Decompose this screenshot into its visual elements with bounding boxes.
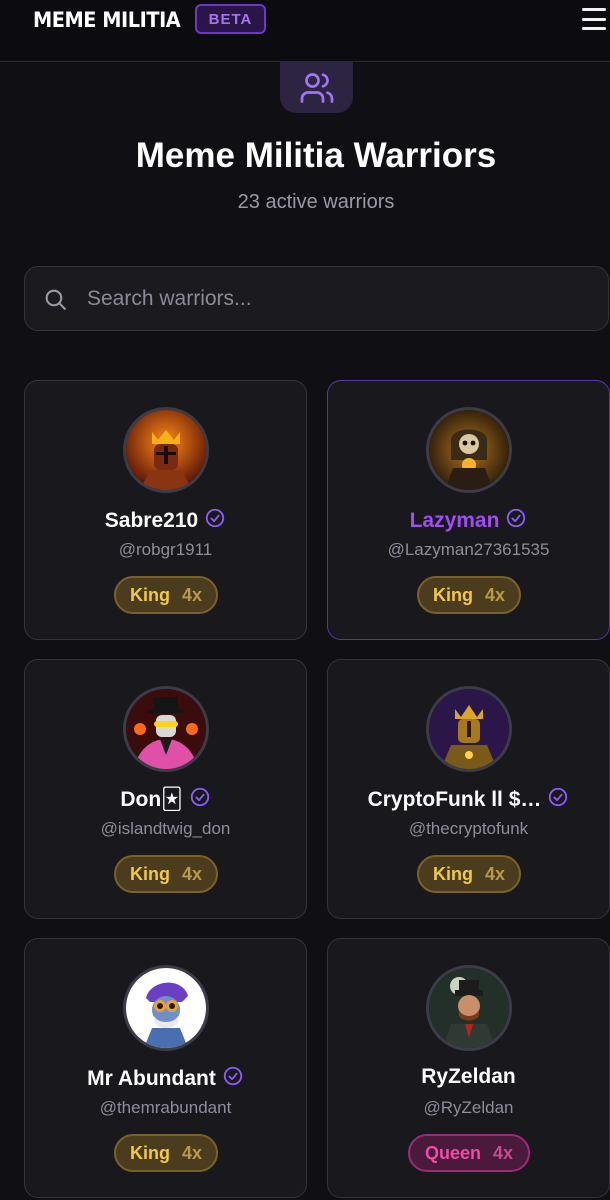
rank-label: King <box>129 863 170 884</box>
hamburger-menu-icon[interactable] <box>582 8 606 30</box>
warrior-handle: @themrabundant <box>99 1098 232 1117</box>
warrior-name[interactable]: RyZeldan <box>421 1065 516 1089</box>
warrior-name[interactable]: Lazyman <box>410 509 500 533</box>
rank-badge: King 4x <box>417 855 521 893</box>
users-icon <box>280 62 353 113</box>
search-box[interactable] <box>24 266 609 331</box>
verified-icon <box>547 786 569 813</box>
beta-badge: BETA <box>195 4 266 34</box>
rank-badge: King 4x <box>417 576 521 614</box>
avatar[interactable] <box>426 407 512 493</box>
warrior-card[interactable]: Don🃏 @islandtwig_don King 4x <box>24 659 307 919</box>
warrior-name[interactable]: CryptoFunk ll $… <box>368 788 542 812</box>
warrior-card[interactable]: Sabre210 @robgr1911 King 4x <box>24 380 307 640</box>
warrior-card[interactable]: Lazyman @Lazyman27361535 King 4x <box>327 380 610 640</box>
warrior-handle: @Lazyman27361535 <box>387 540 550 559</box>
rank-label: King <box>432 584 473 605</box>
search-icon <box>43 287 68 317</box>
rank-badge: King 4x <box>114 1134 218 1172</box>
rank-badge: King 4x <box>114 855 218 893</box>
warrior-handle: @thecryptofunk <box>408 819 529 838</box>
verified-icon <box>505 507 527 534</box>
rank-badge: King 4x <box>114 576 218 614</box>
avatar[interactable] <box>123 407 209 493</box>
rank-multiplier: 4x <box>181 1142 203 1163</box>
rank-multiplier: 4x <box>484 863 506 884</box>
warrior-handle: @RyZeldan <box>423 1098 514 1117</box>
warrior-name[interactable]: Don🃏 <box>120 787 182 812</box>
warrior-name[interactable]: Mr Abundant <box>87 1067 216 1091</box>
warrior-handle: @robgr1911 <box>118 540 213 559</box>
rank-label: Queen <box>424 1142 481 1163</box>
warrior-handle: @islandtwig_don <box>100 819 231 838</box>
search-input[interactable] <box>87 267 587 330</box>
active-count: 23 active warriors <box>237 191 395 213</box>
top-bar: MEME MILITIA BETA <box>0 0 610 62</box>
rank-multiplier: 4x <box>181 863 203 884</box>
rank-label: King <box>129 1142 170 1163</box>
verified-icon <box>189 786 211 813</box>
warrior-card[interactable]: CryptoFunk ll $… @thecryptofunk King 4x <box>327 659 610 919</box>
rank-multiplier: 4x <box>492 1142 514 1163</box>
avatar[interactable] <box>123 965 209 1051</box>
avatar[interactable] <box>426 965 512 1051</box>
verified-icon <box>222 1065 244 1092</box>
brand-logo[interactable]: MEME MILITIA <box>33 8 181 32</box>
page-title: Meme Militia Warriors <box>135 136 497 175</box>
rank-label: King <box>432 863 473 884</box>
warriors-grid: Sabre210 @robgr1911 King 4x Lazyman @Laz… <box>24 380 610 1198</box>
warrior-card[interactable]: Mr Abundant @themrabundant King 4x <box>24 938 307 1198</box>
rank-label: King <box>129 584 170 605</box>
rank-badge: Queen 4x <box>408 1134 530 1172</box>
rank-multiplier: 4x <box>181 584 203 605</box>
verified-icon <box>204 507 226 534</box>
avatar[interactable] <box>123 686 209 772</box>
warrior-card[interactable]: RyZeldan @RyZeldan Queen 4x <box>327 938 610 1198</box>
rank-multiplier: 4x <box>484 584 506 605</box>
avatar[interactable] <box>426 686 512 772</box>
warrior-name[interactable]: Sabre210 <box>105 509 198 533</box>
